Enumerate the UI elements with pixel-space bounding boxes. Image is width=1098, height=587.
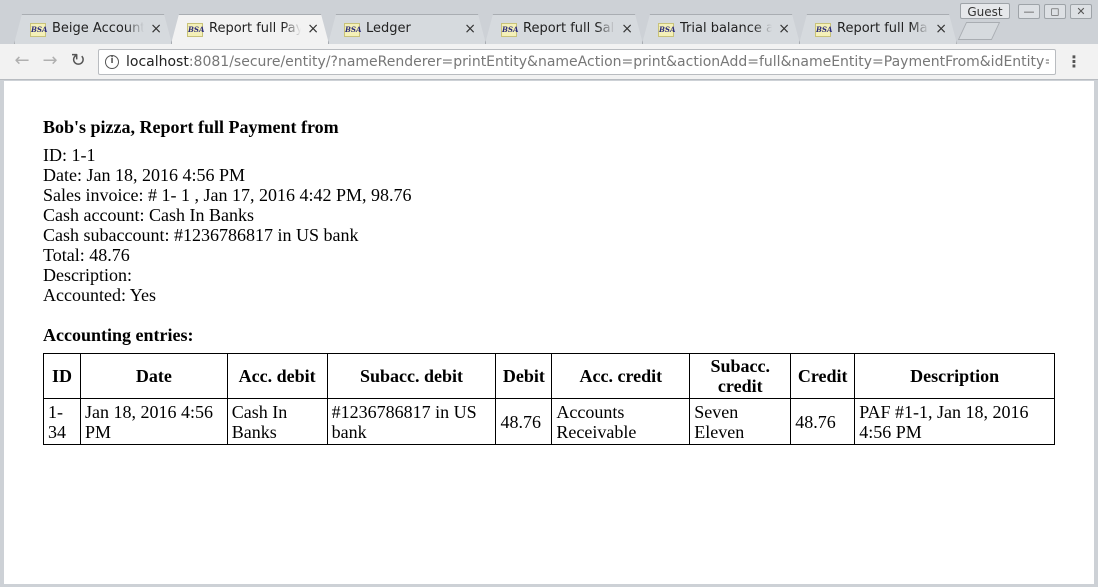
- new-tab-button[interactable]: [957, 22, 1001, 40]
- column-header: Credit: [790, 353, 856, 399]
- column-header: Subacc. credit: [689, 353, 792, 399]
- field-description: Description:: [43, 265, 132, 285]
- cell-date: Jan 18, 2016 4:56 PM: [79, 398, 228, 445]
- tab-close-icon[interactable]: ×: [621, 21, 633, 37]
- cell-subacc-debit: #1236786817 in US bank: [326, 398, 497, 445]
- tab-title: Report full Sales invoice: [523, 21, 615, 36]
- field-cash-subaccount: Cash subaccount: #1236786817 in US bank: [43, 225, 359, 245]
- cell-credit: 48.76: [790, 398, 856, 445]
- tab-title: Report full Manufacture: [837, 21, 929, 36]
- bsa-favicon-icon: BSA: [815, 23, 832, 37]
- url-host: localhost: [126, 54, 189, 70]
- tab-title: Ledger: [366, 21, 411, 36]
- tab-close-icon[interactable]: ×: [307, 21, 319, 37]
- cell-description: PAF #1-1, Jan 18, 2016 4:56 PM: [854, 398, 1055, 445]
- column-header: Date: [79, 353, 228, 399]
- reload-icon[interactable]: ↻: [68, 51, 88, 71]
- cell-subacc-credit: Seven Eleven: [689, 398, 792, 445]
- url-text[interactable]: localhost:8081/secure/entity/?nameRender…: [126, 54, 1049, 70]
- bsa-favicon-icon: BSA: [658, 23, 675, 37]
- tab-report-manufacture[interactable]: BSA Report full Manufacture ×: [799, 14, 957, 44]
- tab-trial-balance[interactable]: BSA Trial balance at ×: [642, 14, 800, 44]
- report-page: Bob's pizza, Report full Payment from ID…: [43, 117, 1055, 445]
- tab-close-icon[interactable]: ×: [150, 21, 162, 37]
- tab-beige-accounting[interactable]: BSA Beige Accounting ×: [14, 14, 172, 44]
- browser-window: BSA Beige Accounting × BSA Report full P…: [0, 0, 1098, 587]
- tab-close-icon[interactable]: ×: [935, 21, 947, 37]
- tab-title: Report full Payment from: [209, 21, 301, 36]
- bsa-favicon-icon: BSA: [30, 23, 47, 37]
- address-bar[interactable]: i localhost:8081/secure/entity/?nameRend…: [98, 49, 1056, 75]
- tab-close-icon[interactable]: ×: [464, 21, 476, 37]
- guest-profile-button[interactable]: Guest: [960, 3, 1010, 19]
- page-viewport: Bob's pizza, Report full Payment from ID…: [4, 81, 1094, 584]
- column-header: Subacc. debit: [326, 353, 497, 399]
- tab-title: Trial balance at: [680, 21, 772, 36]
- url-path: :8081/secure/entity/?nameRenderer=printE…: [188, 54, 1049, 70]
- field-sales-invoice: Sales invoice: # 1- 1 , Jan 17, 2016 4:4…: [43, 185, 412, 205]
- tab-report-payment-from[interactable]: BSA Report full Payment from ×: [171, 14, 329, 44]
- maximize-icon[interactable]: ◻: [1044, 4, 1066, 19]
- cell-id: 1-34: [43, 398, 81, 445]
- accounting-entries-title: Accounting entries:: [43, 325, 194, 345]
- bsa-favicon-icon: BSA: [187, 23, 204, 37]
- accounting-entries-table: ID Date Acc. debit Subacc. debit Debit A…: [43, 353, 1055, 445]
- report-heading: Bob's pizza, Report full Payment from: [43, 117, 339, 137]
- browser-menu-icon[interactable]: ⋮: [1066, 53, 1082, 71]
- cell-acc-debit: Cash In Banks: [226, 398, 328, 445]
- field-date: Date: Jan 18, 2016 4:56 PM: [43, 165, 245, 185]
- close-window-icon[interactable]: ✕: [1070, 4, 1092, 19]
- column-header: Acc. credit: [551, 353, 691, 399]
- tab-title: Beige Accounting: [52, 21, 144, 36]
- bsa-favicon-icon: BSA: [344, 23, 361, 37]
- bsa-favicon-icon: BSA: [501, 23, 518, 37]
- cell-debit: 48.76: [495, 398, 553, 445]
- field-accounted: Accounted: Yes: [43, 285, 156, 305]
- tab-ledger[interactable]: BSA Ledger ×: [328, 14, 486, 44]
- browser-toolbar: ← → ↻ i localhost:8081/secure/entity/?na…: [0, 44, 1098, 80]
- info-icon[interactable]: i: [105, 55, 119, 69]
- tab-close-icon[interactable]: ×: [778, 21, 790, 37]
- column-header: Debit: [495, 353, 553, 399]
- minimize-icon[interactable]: —: [1018, 4, 1040, 19]
- tab-report-sales-invoice[interactable]: BSA Report full Sales invoice ×: [485, 14, 643, 44]
- column-header: Acc. debit: [226, 353, 328, 399]
- cell-acc-credit: Accounts Receivable: [551, 398, 691, 445]
- tab-strip: BSA Beige Accounting × BSA Report full P…: [0, 0, 1098, 44]
- forward-icon[interactable]: →: [40, 51, 60, 71]
- column-header: ID: [43, 353, 81, 399]
- column-header: Description: [854, 353, 1055, 399]
- back-icon[interactable]: ←: [12, 51, 32, 71]
- field-total: Total: 48.76: [43, 245, 130, 265]
- table-row: 1-34 Jan 18, 2016 4:56 PM Cash In Banks …: [43, 398, 1055, 445]
- field-cash-account: Cash account: Cash In Banks: [43, 205, 254, 225]
- field-id: ID: 1-1: [43, 145, 96, 165]
- table-header-row: ID Date Acc. debit Subacc. debit Debit A…: [43, 353, 1055, 399]
